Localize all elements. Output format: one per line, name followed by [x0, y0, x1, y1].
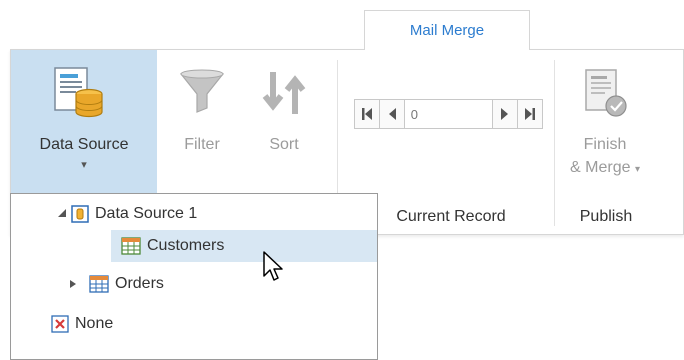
- finish-merge-label-line2-wrap: & Merge ▾: [559, 159, 651, 177]
- first-record-button[interactable]: [354, 99, 380, 129]
- publish-group-label: Publish: [579, 208, 633, 225]
- filter-button[interactable]: Filter: [169, 50, 235, 195]
- chevron-down-icon: ▾: [81, 159, 87, 171]
- mouse-pointer-icon: [263, 251, 283, 281]
- tree-item-label: None: [75, 315, 114, 332]
- none-x-icon: [51, 315, 69, 333]
- previous-record-icon: [388, 108, 396, 120]
- tree-item-label: Data Source 1: [95, 205, 198, 222]
- previous-record-button[interactable]: [378, 99, 405, 129]
- sort-button[interactable]: Sort: [247, 50, 321, 195]
- tab-mail-merge-label: Mail Merge: [409, 22, 485, 39]
- data-source-button[interactable]: Data Source ▾: [11, 50, 157, 195]
- data-source-dropdown: Data Source 1 Customers Orders None: [10, 193, 378, 360]
- sort-label: Sort: [269, 136, 299, 153]
- tree-item-customers[interactable]: Customers: [111, 230, 377, 262]
- tree-item-data-source-1[interactable]: Data Source 1: [11, 198, 377, 230]
- tree-item-label: Orders: [115, 275, 164, 292]
- tree-item-orders[interactable]: Orders: [69, 268, 369, 300]
- last-record-icon: [525, 108, 536, 120]
- data-source-icon: [54, 67, 103, 118]
- filter-label: Filter: [184, 136, 220, 153]
- finish-merge-label-line2: & Merge: [570, 159, 631, 176]
- data-source-label: Data Source: [39, 136, 129, 153]
- last-record-button[interactable]: [517, 99, 543, 129]
- expanded-triangle-icon[interactable]: [57, 208, 67, 218]
- next-record-icon: [501, 108, 509, 120]
- tree-item-label: Customers: [147, 237, 225, 254]
- record-navigator: 0: [354, 97, 543, 131]
- finish-merge-icon: [585, 69, 627, 117]
- finish-merge-button[interactable]: Finish & Merge ▾: [559, 50, 651, 195]
- first-record-icon: [361, 108, 372, 120]
- next-record-button[interactable]: [492, 99, 519, 129]
- funnel-icon: [179, 69, 225, 113]
- tab-mail-merge[interactable]: Mail Merge: [364, 10, 530, 50]
- current-record-input[interactable]: 0: [403, 99, 494, 129]
- database-icon: [71, 205, 89, 223]
- group-separator: [554, 60, 555, 226]
- chevron-down-icon: ▾: [634, 164, 640, 175]
- current-record-group-label: Current Record: [396, 208, 506, 225]
- table-icon: [121, 237, 141, 255]
- tree-item-none[interactable]: None: [51, 308, 351, 340]
- table-icon: [89, 275, 109, 293]
- finish-merge-label-line1: Finish: [583, 136, 627, 153]
- sort-arrows-icon: [262, 72, 306, 114]
- collapsed-triangle-icon[interactable]: [69, 279, 77, 289]
